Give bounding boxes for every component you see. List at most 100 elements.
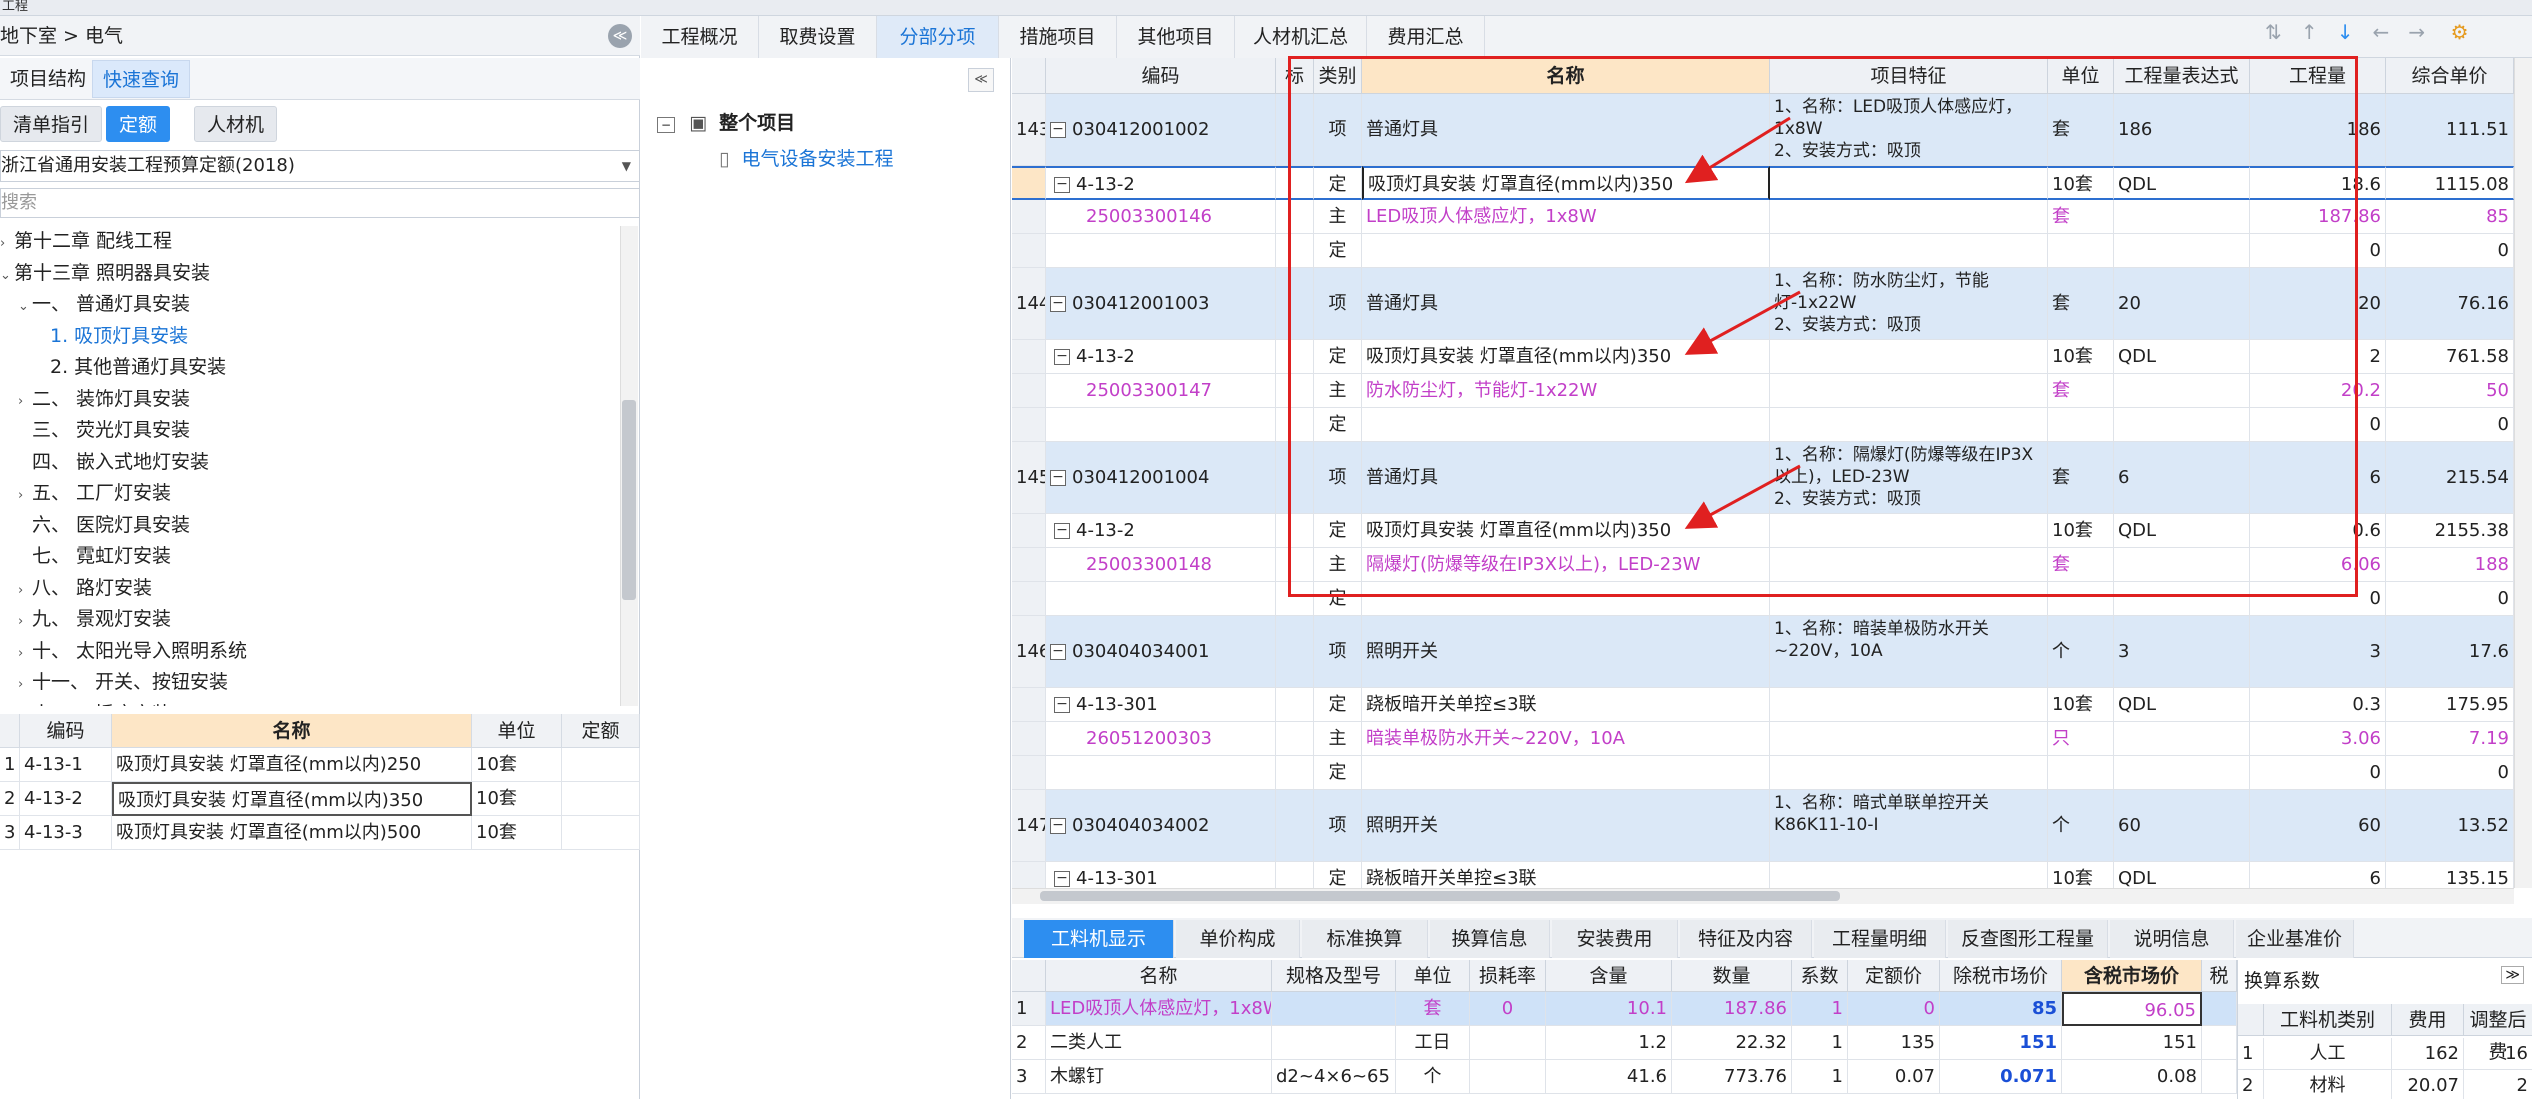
bottom-cell[interactable] [1272,1026,1396,1060]
grid-cell[interactable]: 17.6 [2386,616,2514,688]
grid-cell[interactable]: 定 [1314,862,1362,888]
grid-cell[interactable] [1276,756,1314,790]
bottom-cell[interactable]: 0.08 [2062,1060,2202,1094]
bottom-cell[interactable] [2202,992,2237,1026]
tree-root[interactable]: − ▣ 整个项目 [657,108,795,135]
tab-project-structure[interactable]: 项目结构 [0,60,96,98]
grid-cell[interactable] [2114,722,2250,756]
grid-cell[interactable]: −4-13-2 [1046,514,1276,548]
grid-cell[interactable] [1770,862,2048,888]
grid-cell[interactable]: 25003300146 [1046,200,1276,234]
bottom-cell[interactable] [1470,1060,1546,1094]
grid-cell[interactable]: −030412001004 [1046,442,1276,514]
bottom-cell[interactable]: d2~4×6~65 [1272,1060,1396,1094]
grid-cell[interactable]: 项 [1314,616,1362,688]
grid-cell[interactable]: 26051200303 [1046,722,1276,756]
bottom-cell[interactable] [2202,1060,2237,1094]
grid-cell[interactable]: 85 [2386,200,2514,234]
detail-tab[interactable]: 特征及内容 [1680,920,1812,958]
grid-cell[interactable]: 76.16 [2386,268,2514,340]
conversion-cell[interactable]: 人工 [2264,1038,2392,1070]
tree-node[interactable]: ⌄ 一、 普通灯具安装 [18,289,190,319]
grid-cell[interactable]: 60 [2114,790,2250,862]
grid-cell[interactable]: −4-13-301 [1046,862,1276,888]
grid-cell[interactable]: 2155.38 [2386,514,2514,548]
grid-cell[interactable]: 10套 [2048,688,2114,722]
grid-cell[interactable]: 照明开关 [1362,616,1770,688]
grid-cell[interactable]: 定 [1314,756,1362,790]
detail-tab[interactable]: 说明信息 [2110,920,2234,958]
bottom-cell[interactable]: 1 [1792,1060,1848,1094]
tab-measures[interactable]: 措施项目 [999,16,1117,58]
expand-icon[interactable]: ≫ [2501,966,2524,984]
grid-cell[interactable]: 0 [2386,408,2514,442]
grid-cell[interactable] [1276,616,1314,688]
bottom-cell[interactable]: 木螺钉 [1046,1060,1272,1094]
chevron-down-icon[interactable]: ⌄ [0,261,14,291]
grid-cell[interactable] [1276,688,1314,722]
bottom-cell[interactable] [2202,1026,2237,1060]
grid-vscrollbar[interactable] [2514,58,2532,888]
collapse-icon[interactable]: − [1054,349,1070,365]
tree-node[interactable]: › 五、 工厂灯安装 [18,478,171,508]
tree-scroll-thumb[interactable] [622,400,636,600]
grid-cell[interactable] [2114,756,2250,790]
bottom-cell[interactable]: 1 [1792,1026,1848,1060]
grid-cell[interactable]: 0.3 [2250,688,2386,722]
quota-name[interactable]: 吸顶灯具安装 灯罩直径(mm以内)350 [112,782,472,816]
tree-child[interactable]: ▯ 电气设备安装工程 [719,144,894,171]
grid-cell[interactable] [1770,756,2048,790]
tree-node[interactable]: › 十一、 开关、按钮安装 [18,667,228,697]
detail-tab[interactable]: 标准换算 [1302,920,1428,958]
chevron-right-icon[interactable]: › [18,670,32,700]
bottom-cell[interactable]: 135 [1848,1026,1940,1060]
tab-bill-guide[interactable]: 清单指引 [0,106,103,142]
sort-icon[interactable]: ⇅ [2265,20,2282,44]
chevron-right-icon[interactable]: › [18,576,32,606]
detail-tab[interactable]: 企业基准价 [2236,920,2354,958]
bottom-cell[interactable]: 1.2 [1546,1026,1672,1060]
tree-node[interactable]: 2. 其他普通灯具安装 [36,352,226,382]
grid-cell[interactable]: 3 [2114,616,2250,688]
bottom-cell[interactable]: 套 [1396,992,1470,1026]
grid-cell[interactable]: 175.95 [2386,688,2514,722]
grid-cell[interactable]: −030404034002 [1046,790,1276,862]
grid-cell[interactable] [1046,756,1276,790]
collapse-icon[interactable]: − [1054,523,1070,539]
grid-cell[interactable]: 个 [2048,616,2114,688]
grid-cell[interactable]: 3.06 [2250,722,2386,756]
grid-cell[interactable]: 1、名称：暗装单极防水开关~220V，10A [1770,616,2048,688]
bottom-cell[interactable]: 个 [1396,1060,1470,1094]
collapse-icon[interactable]: − [1050,818,1066,834]
grid-cell[interactable]: 1115.08 [2386,166,2514,200]
settings-icon[interactable]: ⚙ [2451,20,2469,44]
chevron-down-icon[interactable]: ⌄ [18,292,32,322]
tab-labor-material[interactable]: 人材机 [194,106,278,142]
bottom-cell[interactable]: 10.1 [1546,992,1672,1026]
grid-cell[interactable]: 个 [2048,790,2114,862]
collapse-panel-icon[interactable]: ≪ [608,24,632,48]
grid-cell[interactable] [2048,756,2114,790]
bottom-cell[interactable]: 1 [1792,992,1848,1026]
tree-node[interactable]: 七、 霓虹灯安装 [18,541,171,571]
chevron-right-icon[interactable]: › [18,387,32,417]
tab-overview[interactable]: 工程概况 [641,16,759,58]
arrow-up-icon[interactable]: ↑ [2301,20,2318,44]
grid-cell[interactable]: 定 [1314,688,1362,722]
bottom-cell[interactable]: 773.76 [1672,1060,1792,1094]
arrow-left-icon[interactable]: ← [2373,20,2390,44]
bottom-cell[interactable]: 151 [2062,1026,2202,1060]
grid-cell[interactable]: −4-13-2 [1046,340,1276,374]
collapse-icon[interactable]: − [1054,697,1070,713]
detail-tab[interactable]: 单价构成 [1176,920,1300,958]
tab-cost-summary[interactable]: 费用汇总 [1367,16,1485,58]
tab-labor-summary[interactable]: 人材机汇总 [1235,16,1367,58]
chevron-right-icon[interactable]: › [18,481,32,511]
grid-hscroll-thumb[interactable] [1040,891,1840,901]
grid-cell[interactable]: 13.52 [2386,790,2514,862]
grid-cell[interactable] [1770,722,2048,756]
grid-cell[interactable]: −4-13-2 [1046,166,1276,200]
grid-cell[interactable]: 0 [2386,582,2514,616]
grid-cell[interactable]: −030404034001 [1046,616,1276,688]
grid-cell[interactable] [1046,582,1276,616]
